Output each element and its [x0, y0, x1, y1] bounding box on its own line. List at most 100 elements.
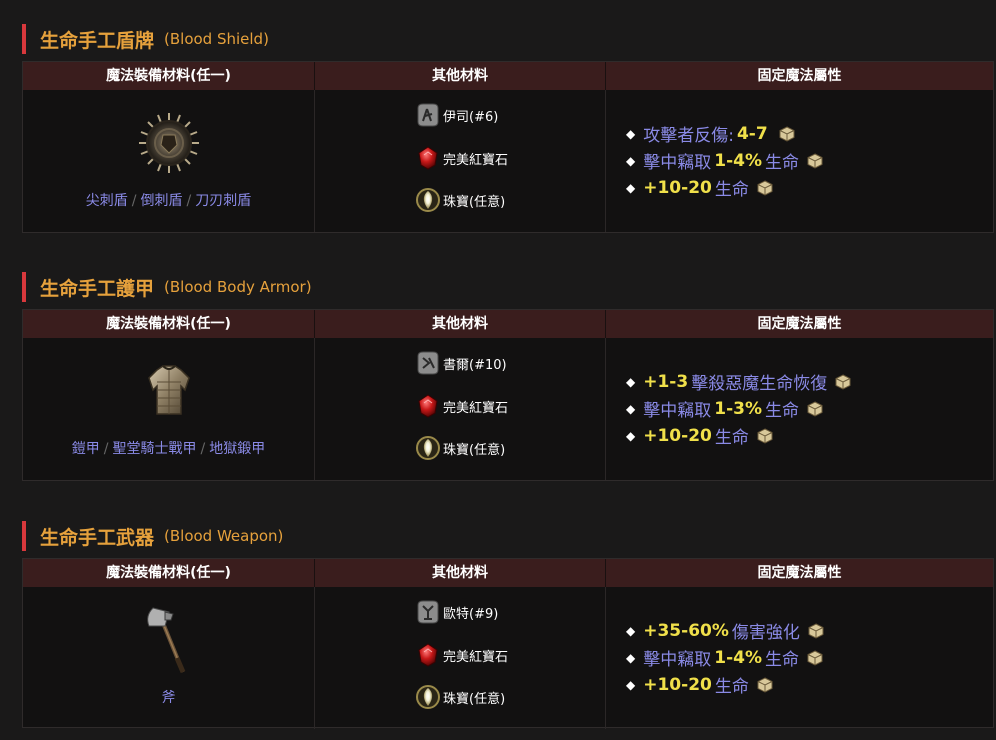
- property-value: +10-20: [643, 177, 712, 198]
- bullet-icon: ◆: [626, 623, 636, 638]
- other-material-cell: 歐特(#9) 完美紅寶石 珠寶(任意): [315, 587, 606, 729]
- property-text: 生命: [764, 401, 799, 421]
- table-row: 鎧甲 / 聖堂騎士戰甲 / 地獄鍛甲 書爾(#10) 完美紅寶石 珠寶(任意) …: [23, 338, 993, 480]
- section-title: 生命手工武器 (Blood Weapon): [22, 521, 283, 551]
- jewel-icon: [416, 685, 440, 709]
- base-item[interactable]: 倒刺盾: [141, 193, 183, 209]
- cube-icon[interactable]: [757, 676, 773, 693]
- property-text: 擊殺惡魔生命恢復: [691, 374, 828, 394]
- material-label: 珠寶(任意): [443, 194, 506, 210]
- cube-icon[interactable]: [808, 622, 824, 639]
- bullet-icon: ◆: [626, 153, 636, 168]
- material-item[interactable]: 完美紅寶石: [415, 393, 508, 419]
- header-magic-material: 魔法裝備材料(任一): [23, 310, 315, 338]
- recipe-table: 魔法裝備材料(任一) 其他材料 固定魔法屬性 鎧甲 / 聖堂騎士戰甲 / 地獄鍛甲: [22, 309, 994, 481]
- base-item[interactable]: 地獄鍛甲: [209, 441, 265, 457]
- material-label: 珠寶(任意): [443, 691, 506, 707]
- ruby-icon: [418, 394, 438, 418]
- property-value: +1-3: [643, 371, 689, 392]
- section-title: 生命手工盾牌 (Blood Shield): [22, 24, 269, 54]
- base-item[interactable]: 斧: [162, 690, 176, 706]
- material-item[interactable]: 伊司(#6): [415, 102, 498, 128]
- table-row: 斧 歐特(#9) 完美紅寶石 珠寶(任意) ◆ +35-60% 傷害強化 ◆ 擊…: [23, 587, 993, 729]
- fixed-properties-cell: ◆ 攻擊者反傷: 4-7 ◆ 擊中竊取 1-4% 生命 ◆ +10-20 生命: [606, 90, 993, 232]
- property-line: ◆ +10-20 生命: [626, 671, 824, 698]
- material-label: 歐特(#9): [443, 606, 499, 622]
- table-header: 魔法裝備材料(任一) 其他材料 固定魔法屬性: [23, 310, 993, 338]
- section-title-en: (Blood Shield): [164, 30, 269, 48]
- header-magic-material: 魔法裝備材料(任一): [23, 559, 315, 587]
- header-other-material: 其他材料: [315, 310, 606, 338]
- section-title-en: (Blood Weapon): [164, 527, 284, 545]
- section-title-zh: 生命手工武器: [40, 526, 155, 549]
- material-item[interactable]: 珠寶(任意): [415, 187, 505, 213]
- header-magic-material: 魔法裝備材料(任一): [23, 62, 315, 90]
- cube-icon[interactable]: [757, 427, 773, 444]
- spiked-shield-icon: [139, 113, 199, 173]
- property-value: 1-3%: [714, 398, 762, 419]
- cube-icon[interactable]: [835, 373, 851, 390]
- material-item[interactable]: 珠寶(任意): [415, 435, 505, 461]
- property-text: 生命: [714, 180, 749, 200]
- table-header: 魔法裝備材料(任一) 其他材料 固定魔法屬性: [23, 559, 993, 587]
- material-item[interactable]: 書爾(#10): [415, 350, 507, 376]
- material-label: 書爾(#10): [443, 357, 507, 373]
- cube-icon[interactable]: [807, 400, 823, 417]
- table-header: 魔法裝備材料(任一) 其他材料 固定魔法屬性: [23, 62, 993, 90]
- recipe-table: 魔法裝備材料(任一) 其他材料 固定魔法屬性 尖刺盾 / 倒刺盾 / 刀刃刺盾 …: [22, 61, 994, 233]
- base-item-list: 尖刺盾 / 倒刺盾 / 刀刃刺盾: [23, 190, 314, 210]
- property-value: +10-20: [643, 674, 712, 695]
- property-value: 1-4%: [714, 647, 762, 668]
- property-line: ◆ +10-20 生命: [626, 422, 851, 449]
- separator: /: [131, 193, 137, 209]
- property-list: ◆ +35-60% 傷害強化 ◆ 擊中竊取 1-4% 生命 ◆ +10-20 生…: [626, 617, 824, 698]
- axe-icon: [147, 607, 186, 673]
- base-item[interactable]: 聖堂騎士戰甲: [113, 441, 197, 457]
- cube-icon[interactable]: [807, 649, 823, 666]
- header-fixed-properties: 固定魔法屬性: [757, 316, 842, 332]
- base-item[interactable]: 鎧甲: [72, 441, 100, 457]
- bullet-icon: ◆: [626, 126, 636, 141]
- cube-icon[interactable]: [779, 125, 795, 142]
- base-item[interactable]: 刀刃刺盾: [195, 193, 251, 209]
- bullet-icon: ◆: [626, 677, 636, 692]
- body-armor-icon: [148, 365, 190, 415]
- material-label: 完美紅寶石: [443, 649, 509, 665]
- cube-icon[interactable]: [757, 179, 773, 196]
- material-item[interactable]: 完美紅寶石: [415, 642, 508, 668]
- bullet-icon: ◆: [626, 428, 636, 443]
- material-item[interactable]: 歐特(#9): [415, 599, 498, 625]
- header-fixed-properties: 固定魔法屬性: [757, 565, 842, 581]
- rune-icon: [417, 103, 439, 127]
- property-value: 1-4%: [714, 150, 762, 171]
- property-text: 攻擊者反傷:: [643, 126, 734, 146]
- base-item[interactable]: 尖刺盾: [86, 193, 128, 209]
- rune-icon: [417, 351, 439, 375]
- ruby-icon: [418, 643, 438, 667]
- property-text: 擊中竊取: [643, 650, 712, 670]
- property-text: 傷害強化: [731, 623, 800, 643]
- jewel-icon: [416, 436, 440, 460]
- cube-icon[interactable]: [807, 152, 823, 169]
- recipe-table: 魔法裝備材料(任一) 其他材料 固定魔法屬性 斧 歐特(#9) 完美紅寶石 珠寶…: [22, 558, 994, 729]
- material-label: 伊司(#6): [443, 109, 499, 125]
- ruby-icon: [418, 146, 438, 170]
- other-material-cell: 書爾(#10) 完美紅寶石 珠寶(任意): [315, 338, 606, 480]
- property-line: ◆ +1-3 擊殺惡魔生命恢復: [626, 368, 851, 395]
- header-other-material: 其他材料: [315, 62, 606, 90]
- material-label: 珠寶(任意): [443, 442, 506, 458]
- property-line: ◆ +10-20 生命: [626, 174, 823, 201]
- bullet-icon: ◆: [626, 374, 636, 389]
- material-item[interactable]: 完美紅寶石: [415, 145, 508, 171]
- property-line: ◆ +35-60% 傷害強化: [626, 617, 824, 644]
- material-label: 完美紅寶石: [443, 152, 509, 168]
- property-value: +35-60%: [643, 620, 729, 641]
- separator: /: [186, 193, 192, 209]
- property-list: ◆ +1-3 擊殺惡魔生命恢復 ◆ 擊中竊取 1-3% 生命 ◆ +10-20 …: [626, 368, 851, 449]
- property-list: ◆ 攻擊者反傷: 4-7 ◆ 擊中竊取 1-4% 生命 ◆ +10-20 生命: [626, 120, 823, 201]
- property-text: 生命: [764, 650, 799, 670]
- material-label: 完美紅寶石: [443, 400, 509, 416]
- fixed-properties-cell: ◆ +1-3 擊殺惡魔生命恢復 ◆ 擊中竊取 1-3% 生命 ◆ +10-20 …: [606, 338, 993, 480]
- other-material-cell: 伊司(#6) 完美紅寶石 珠寶(任意): [315, 90, 606, 232]
- material-item[interactable]: 珠寶(任意): [415, 684, 505, 710]
